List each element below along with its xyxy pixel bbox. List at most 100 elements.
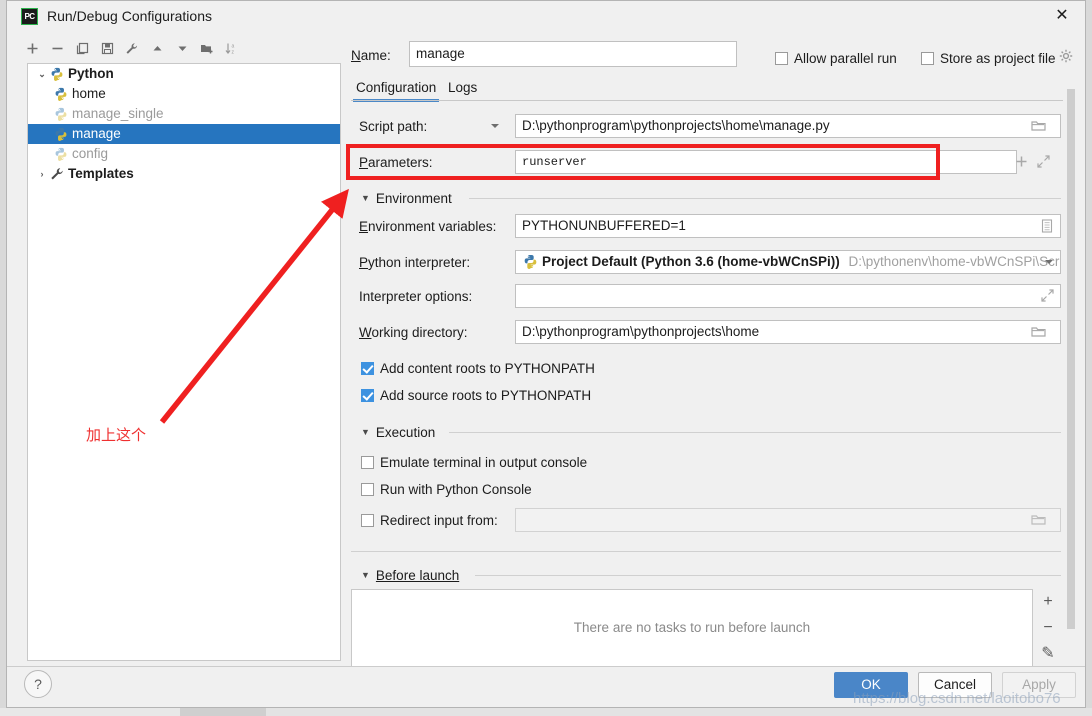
help-button[interactable]: ? (24, 670, 52, 698)
footer-divider (7, 666, 1085, 667)
panel-scrollbar-thumb[interactable] (1067, 89, 1075, 629)
before-launch-section-label: Before launch (375, 568, 460, 583)
close-icon[interactable]: ✕ (1039, 1, 1085, 31)
tree-item-manage-single[interactable]: manage_single (28, 104, 340, 124)
parameters-input[interactable]: runserver (515, 150, 1017, 174)
before-launch-top-divider (351, 551, 1061, 552)
tree-twisty-icon[interactable]: ⌄ (34, 64, 50, 84)
copy-configuration-button[interactable] (71, 39, 93, 61)
edit-templates-wrench-icon[interactable] (121, 39, 143, 61)
store-as-project-file-box (921, 52, 934, 65)
tree-twisty-icon[interactable]: › (34, 164, 50, 184)
before-launch-collapse-icon: ▼ (361, 570, 370, 580)
tree-item-home[interactable]: home (28, 84, 340, 104)
folder-add-icon[interactable] (196, 39, 218, 61)
tab-logs[interactable]: Logs (445, 77, 480, 99)
python-icon (54, 126, 72, 141)
parameters-expand-icon[interactable] (1037, 155, 1050, 168)
tab-configuration[interactable]: Configuration (353, 77, 440, 102)
run-with-python-console-label: Run with Python Console (380, 482, 532, 497)
environment-variables-input[interactable]: PYTHONUNBUFFERED=1 (515, 214, 1061, 238)
execution-collapse-icon: ▼ (361, 427, 370, 437)
redirect-input-browse-folder-icon[interactable] (1031, 514, 1046, 526)
move-up-button[interactable] (146, 39, 168, 61)
pycharm-icon: PC (21, 8, 38, 25)
dialog-title: Run/Debug Configurations (47, 8, 212, 24)
emulate-terminal-checkbox[interactable]: Emulate terminal in output console (361, 455, 587, 471)
python-icon (54, 106, 72, 121)
execution-section-header[interactable]: ▼ Execution (361, 424, 435, 441)
script-path-dropdown-icon[interactable] (489, 120, 501, 132)
store-as-project-file-checkbox[interactable]: Store as project file (921, 51, 1056, 67)
redirect-input-path-input[interactable] (515, 508, 1061, 532)
python-interpreter-label: Python interpreter: (359, 255, 471, 270)
ok-button[interactable]: OK (834, 672, 908, 698)
before-launch-add-button[interactable]: + (1035, 589, 1061, 615)
redirect-input-box (361, 514, 374, 527)
interpreter-options-label: Interpreter options: (359, 289, 473, 304)
allow-parallel-run-checkbox[interactable]: Allow parallel run (775, 51, 897, 67)
configurations-tree[interactable]: ⌄ Python home manage_singlemanage config › Tem… (27, 63, 341, 661)
environment-section-label: Environment (375, 191, 452, 206)
environment-collapse-icon: ▼ (361, 193, 370, 203)
before-launch-empty-message: There are no tasks to run before launch (573, 620, 811, 635)
python-interpreter-select[interactable]: Project Default (Python 3.6 (home-vbWCnS… (515, 250, 1061, 274)
desktop-strip-right (266, 708, 1092, 716)
add-content-roots-checkbox[interactable]: Add content roots to PYTHONPATH (361, 361, 595, 377)
apply-button[interactable]: Apply (1002, 672, 1076, 698)
python-icon (54, 146, 72, 161)
run-with-python-console-box (361, 483, 374, 496)
add-source-roots-box (361, 389, 374, 402)
before-launch-toolbar: + − ✎ (1035, 589, 1061, 667)
before-launch-section-line (475, 575, 1061, 576)
python-interpreter-dropdown-icon[interactable] (1043, 256, 1055, 268)
parameters-add-macro-icon[interactable] (1015, 155, 1028, 168)
tree-item-label: Templates (68, 166, 134, 181)
before-launch-task-list[interactable]: There are no tasks to run before launch (351, 589, 1033, 667)
emulate-terminal-label: Emulate terminal in output console (380, 455, 588, 470)
python-icon (523, 254, 538, 269)
tree-item-label: home (72, 86, 106, 101)
environment-variables-edit-icon[interactable] (1041, 219, 1053, 233)
environment-section-header[interactable]: ▼ Environment (361, 190, 452, 207)
tree-item-python[interactable]: ⌄ Python (28, 64, 340, 84)
working-directory-input[interactable]: D:\pythonprogram\pythonprojects\home (515, 320, 1061, 344)
save-configuration-button[interactable] (96, 39, 118, 61)
emulate-terminal-box (361, 456, 374, 469)
interpreter-options-input[interactable] (515, 284, 1061, 308)
tree-toolbar: az (21, 39, 341, 63)
name-label: Name: (351, 48, 391, 63)
run-with-python-console-checkbox[interactable]: Run with Python Console (361, 482, 532, 498)
tabs-divider (351, 100, 1063, 101)
script-path-label: Script path: (359, 119, 428, 134)
allow-parallel-run-box (775, 52, 788, 65)
tree-item-label: manage (72, 126, 121, 141)
move-down-button[interactable] (171, 39, 193, 61)
interpreter-value-label: Project Default (Python 3.6 (home-vbWCnS… (542, 254, 840, 269)
script-path-browse-folder-icon[interactable] (1031, 120, 1046, 132)
screenshot-root: PC Run/Debug Configurations ✕ a z ⌄ Pyth… (0, 0, 1092, 716)
add-source-roots-checkbox[interactable]: Add source roots to PYTHONPATH (361, 388, 591, 404)
interpreter-path-label: D:\pythonenv\home-vbWCnSPi\Scripts\py (848, 254, 1060, 269)
script-path-input[interactable]: D:\pythonprogram\pythonprojects\home\man… (515, 114, 1061, 138)
tree-item-manage[interactable]: manage (28, 124, 340, 144)
panel-scrollbar[interactable] (1065, 89, 1076, 661)
gear-icon[interactable] (1059, 49, 1073, 63)
working-directory-browse-folder-icon[interactable] (1031, 326, 1046, 338)
working-directory-label: Working directory: (359, 325, 468, 340)
interpreter-options-expand-icon[interactable] (1041, 289, 1054, 302)
before-launch-edit-button[interactable]: ✎ (1035, 641, 1061, 667)
name-input[interactable]: manage (409, 41, 737, 67)
parameters-label: Parameters: (359, 155, 433, 170)
remove-configuration-button[interactable] (46, 39, 68, 61)
sort-az-icon[interactable]: az (221, 39, 243, 61)
before-launch-remove-button[interactable]: − (1035, 615, 1061, 641)
before-launch-section-header[interactable]: ▼ Before launch (361, 567, 459, 584)
redirect-input-checkbox[interactable]: Redirect input from: (361, 513, 498, 529)
tree-item-config[interactable]: config (28, 144, 340, 164)
cancel-button[interactable]: Cancel (918, 672, 992, 698)
add-configuration-button[interactable] (21, 39, 43, 61)
python-icon (54, 86, 72, 101)
tree-item-templates[interactable]: › Templates (28, 164, 340, 184)
add-content-roots-label: Add content roots to PYTHONPATH (380, 361, 595, 376)
